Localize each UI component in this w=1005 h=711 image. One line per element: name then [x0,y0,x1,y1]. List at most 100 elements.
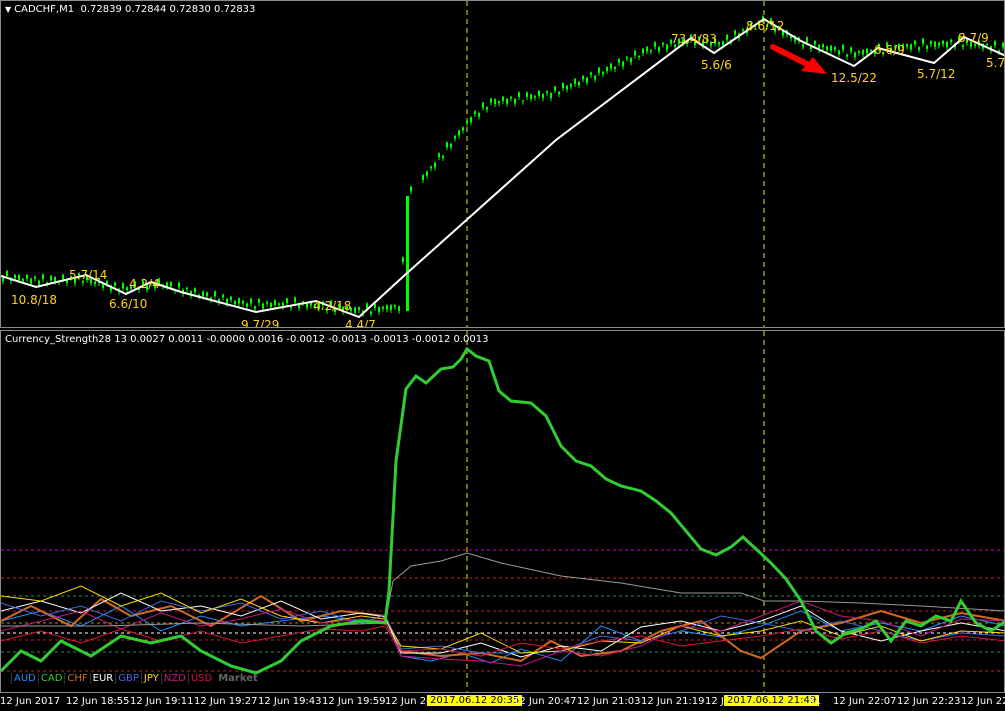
candle-body [358,307,360,311]
candle-body [918,47,920,50]
legend-jpy: JPY [140,673,161,684]
candle-body [634,50,636,56]
zigzag-label: 6.6/9 [874,43,905,57]
candle-body [222,294,224,298]
time-tick: 12 Jun 18:55 [66,696,130,707]
candle-body [554,86,556,91]
candle-body [18,274,20,280]
candle-body [394,305,396,307]
candle-body [806,37,808,43]
candle-body [838,50,840,55]
candle-body [830,45,832,51]
candle-body [2,278,4,282]
candle-body [430,166,432,169]
candle-body [402,257,404,262]
legend-eur: EUR [89,673,116,684]
candle-body [498,101,500,104]
candle-body [574,78,576,84]
candle-body [398,306,400,311]
candle-body [862,50,864,55]
candle-body [22,278,24,282]
candle-body [438,153,440,158]
legend-usd: USD [187,673,214,684]
time-axis[interactable]: 12 Jun 2017 12 Jun 18:55 12 Jun 19:11 12… [0,693,1005,711]
candle-body [542,94,544,99]
candle-body [658,47,660,52]
candle-body [370,311,372,314]
candle-body [950,39,952,43]
candle-body [34,276,36,279]
zigzag-label: 12.5/22 [831,71,878,85]
candle-body [814,41,816,45]
indicator-canvas [1,331,1004,692]
candle-body [234,301,236,305]
zigzag-line [1,17,1004,319]
candle-body [454,135,456,139]
candle-body [378,307,380,313]
legend-market: Market [218,673,258,684]
candle-body [566,85,568,90]
legend-gbp: GBP [115,673,141,684]
candle-body [946,41,948,47]
candle-body [242,300,244,304]
candle-body [354,307,356,313]
candle-body [598,67,600,73]
legend-cad: CAD [37,673,65,684]
candle-body [266,301,268,304]
candle-body [426,171,428,176]
zigzag-label: 4.4/7 [345,318,376,328]
candle-body [510,96,512,99]
candle-body [802,44,804,47]
zigzag-label: 5.7/14 [69,268,108,282]
candle-body [594,75,596,80]
candle-body [506,99,508,104]
price-chart-pane[interactable]: ▼ CADCHF,M1 0.72839 0.72844 0.72830 0.728… [0,0,1005,328]
candle-body [726,34,728,40]
candle-body [866,48,868,54]
candle-body [450,143,452,148]
candle-body [522,100,524,102]
zigzag-label: 6.6/10 [109,297,148,311]
candle-body [578,81,580,86]
candle-body [930,41,932,45]
candle-body [254,306,256,309]
candle-body [822,44,824,48]
candle-body [590,72,592,76]
candle-body [722,41,724,46]
candle-body [6,270,8,276]
candle-body [374,304,376,308]
candle-body [178,282,180,288]
candle-body [650,50,652,52]
line-gbp [1,600,1004,654]
time-tick: :51 [805,696,822,707]
candle-body [30,278,32,284]
candle-body [630,58,632,63]
candle-body [114,282,116,286]
candle-body [618,58,620,63]
candle-body [518,92,520,97]
candle-body [626,57,628,59]
zigzag-label: 5.7/12 [917,67,956,81]
zigzag-label: 4.2/4 [129,277,160,291]
candle-body [246,303,248,307]
candle-body [846,54,848,57]
candle-body [586,77,588,83]
candle-body [486,107,488,110]
indicator-pane[interactable]: Currency_Strength28 13 0.0027 0.0011 -0.… [0,330,1005,693]
candle-body [858,51,860,53]
candle-body [230,296,232,300]
candle-body [558,92,560,95]
candle-body [238,298,240,304]
zigzag-label: 10.8/18 [11,293,58,307]
candle-body [126,287,128,290]
candle-body [442,155,444,158]
candle-body [382,306,384,309]
candle-body [50,275,52,281]
time-tick: 12 Jun 19:59 [322,696,386,707]
time-tick: 12 Jun 20:47 [513,696,577,707]
candle-body [494,99,496,105]
candle-body [1002,42,1004,48]
candle-body [462,127,464,131]
candle-body [294,297,296,303]
candle-body [406,196,409,311]
